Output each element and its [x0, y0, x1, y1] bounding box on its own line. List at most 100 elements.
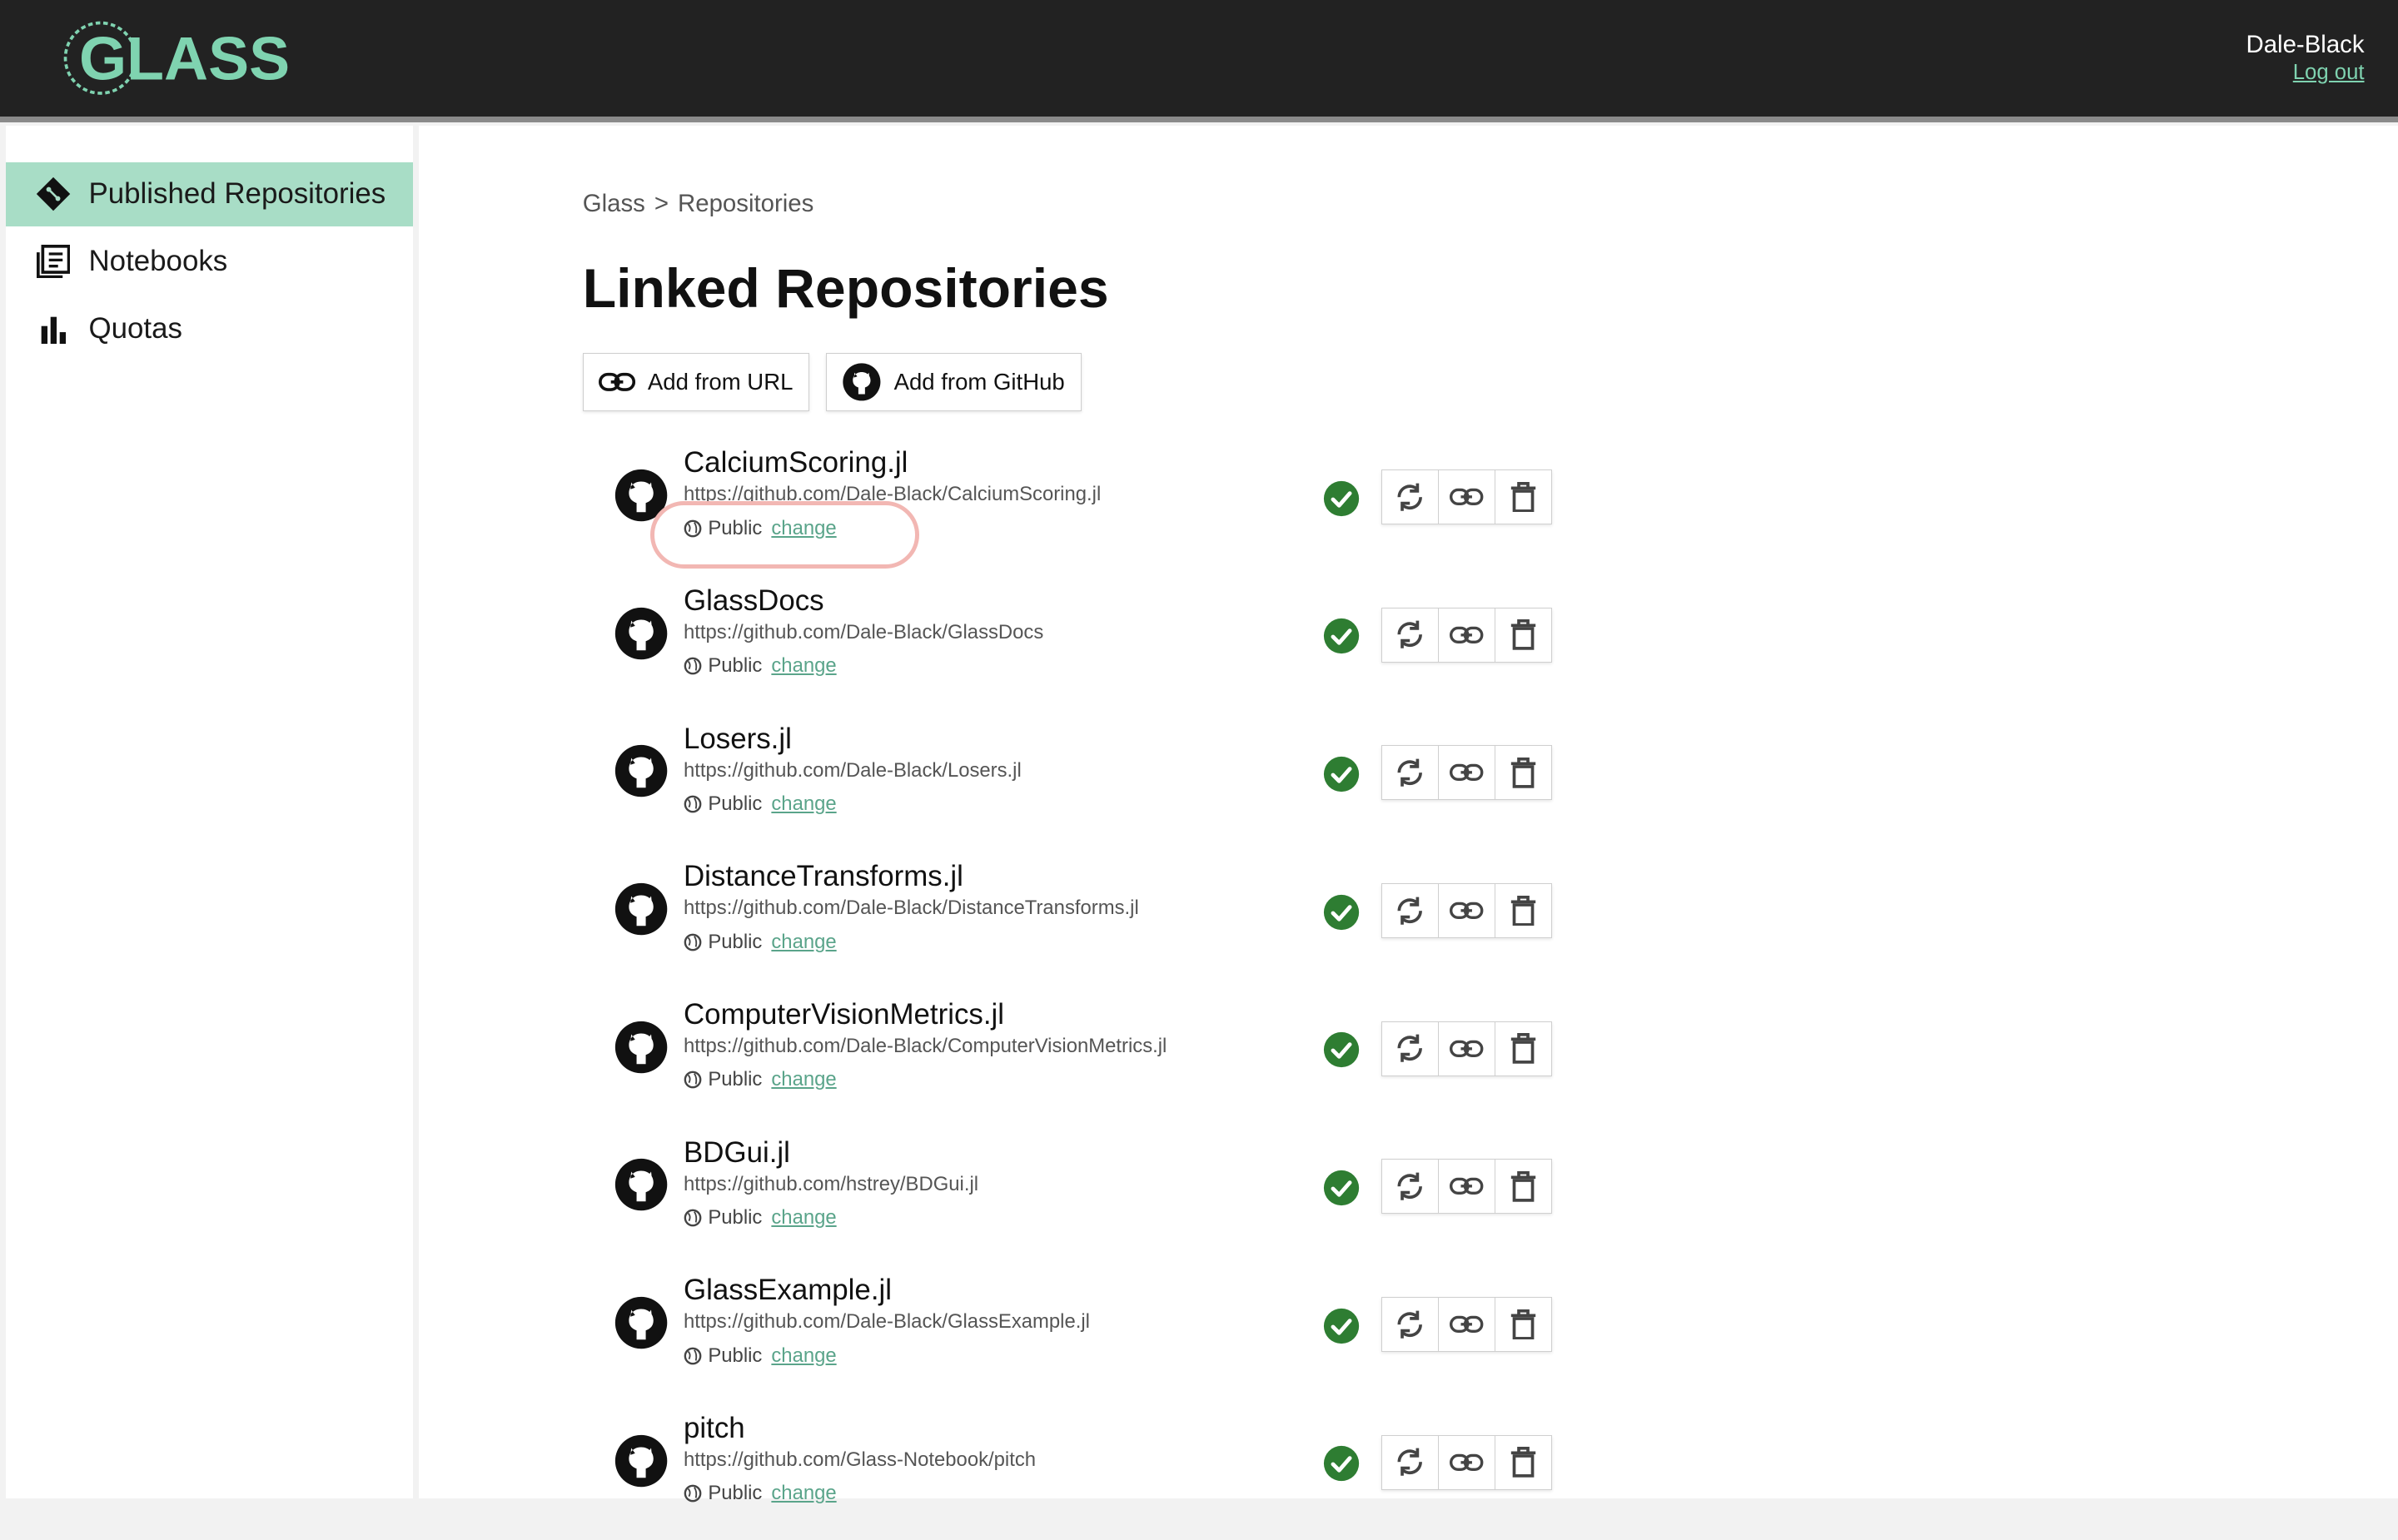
sync-icon [1397, 1172, 1422, 1200]
repository-row: GlassDocs https://github.com/Dale-Black/… [583, 579, 1561, 713]
repository-actions [1381, 607, 1553, 663]
check-circle-icon [1323, 756, 1359, 792]
repository-url: https://github.com/Dale-Black/ComputerVi… [684, 1035, 1167, 1058]
delete-button[interactable] [1495, 608, 1552, 662]
visibility-label: Public [708, 654, 763, 678]
trash-icon [1510, 1170, 1536, 1202]
change-visibility-link[interactable]: change [771, 1482, 836, 1505]
sync-button[interactable] [1381, 469, 1439, 524]
trash-icon [1510, 895, 1536, 926]
check-circle-icon [1323, 480, 1359, 516]
sync-button[interactable] [1381, 608, 1439, 662]
check-circle-icon [1323, 1032, 1359, 1068]
user-name: Dale-Black [2246, 30, 2365, 58]
sync-icon [1397, 1310, 1422, 1339]
change-visibility-link[interactable]: change [771, 931, 836, 954]
trash-icon [1510, 1309, 1536, 1340]
change-visibility-link[interactable]: change [771, 1344, 836, 1368]
sync-icon [1397, 897, 1422, 925]
github-icon [614, 607, 667, 659]
change-visibility-link[interactable]: change [771, 1068, 836, 1091]
repository-name[interactable]: pitch [684, 1412, 745, 1445]
breadcrumb-root[interactable]: Glass [583, 190, 645, 217]
delete-button[interactable] [1495, 469, 1552, 524]
page-title: Linked Repositories [582, 257, 1109, 320]
link-icon [1450, 1315, 1484, 1334]
visibility-label: Public [708, 1206, 763, 1230]
globe-icon [684, 1209, 702, 1227]
copy-link-button[interactable] [1438, 1297, 1495, 1351]
breadcrumb-current: Repositories [678, 189, 814, 217]
delete-button[interactable] [1495, 1297, 1552, 1351]
repository-visibility: Public change [684, 931, 837, 954]
check-circle-icon [1323, 1308, 1359, 1344]
sync-button[interactable] [1381, 1297, 1439, 1351]
delete-button[interactable] [1495, 746, 1552, 800]
repository-url: https://github.com/hstrey/BDGui.jl [684, 1172, 979, 1195]
repository-name[interactable]: BDGui.jl [684, 1136, 790, 1170]
notebook-icon [33, 241, 73, 281]
repository-visibility: Public change [684, 1482, 837, 1505]
repository-name[interactable]: CalciumScoring.jl [684, 446, 908, 479]
copy-link-button[interactable] [1438, 883, 1495, 937]
logout-link[interactable]: Log out [2293, 61, 2365, 85]
sidebar-item-published-repositories[interactable]: Published Repositories [6, 161, 413, 226]
sidebar-item-label: Published Repositories [88, 177, 386, 211]
repository-actions [1381, 1159, 1553, 1215]
copy-link-button[interactable] [1438, 1021, 1495, 1076]
sidebar-item-notebooks[interactable]: Notebooks [6, 230, 413, 294]
sync-button[interactable] [1381, 883, 1439, 937]
copy-link-button[interactable] [1438, 746, 1495, 800]
delete-button[interactable] [1495, 883, 1552, 937]
repository-actions [1381, 1434, 1553, 1490]
copy-link-button[interactable] [1438, 1160, 1495, 1214]
breadcrumb-separator: > [654, 189, 669, 217]
visibility-label: Public [708, 1482, 763, 1505]
delete-button[interactable] [1495, 1021, 1552, 1076]
sync-icon [1397, 1035, 1422, 1063]
copy-link-button[interactable] [1438, 1435, 1495, 1489]
sync-button[interactable] [1381, 1435, 1439, 1489]
repository-name[interactable]: ComputerVisionMetrics.jl [684, 998, 1004, 1031]
sync-button[interactable] [1381, 1160, 1439, 1214]
repository-name[interactable]: Losers.jl [684, 723, 792, 756]
sidebar-item-label: Quotas [88, 311, 182, 345]
repository-name[interactable]: DistanceTransforms.jl [684, 860, 963, 893]
repository-visibility: Public change [684, 1068, 837, 1091]
globe-icon [684, 1484, 702, 1503]
repository-url: https://github.com/Dale-Black/DistanceTr… [684, 897, 1139, 920]
sidebar-item-quotas[interactable]: Quotas [6, 296, 413, 360]
sync-icon [1397, 758, 1422, 787]
visibility-label: Public [708, 1068, 763, 1091]
copy-link-button[interactable] [1438, 608, 1495, 662]
check-circle-icon [1323, 618, 1359, 654]
delete-button[interactable] [1495, 1160, 1552, 1214]
repository-row: GlassExample.jl https://github.com/Dale-… [583, 1268, 1561, 1403]
trash-icon [1510, 619, 1536, 650]
repository-actions [1381, 469, 1553, 524]
repository-url: https://github.com/Dale-Black/GlassExamp… [684, 1310, 1090, 1334]
glass-logo[interactable]: GLASS [61, 18, 293, 98]
sync-button[interactable] [1381, 1021, 1439, 1076]
trash-icon [1510, 757, 1536, 788]
repository-url: https://github.com/Dale-Black/GlassDocs [684, 621, 1044, 644]
repository-row: Losers.jl https://github.com/Dale-Black/… [583, 716, 1561, 851]
copy-link-button[interactable] [1438, 469, 1495, 524]
add-from-url-button[interactable]: Add from URL [582, 353, 809, 412]
git-diamond-icon [33, 174, 73, 214]
sidebar-item-label: Notebooks [88, 245, 228, 278]
repository-url: https://github.com/Glass-Notebook/pitch [684, 1448, 1037, 1472]
change-visibility-link[interactable]: change [771, 1206, 836, 1230]
change-visibility-link[interactable]: change [771, 792, 836, 816]
sync-button[interactable] [1381, 746, 1439, 800]
github-icon [842, 362, 882, 402]
change-visibility-link[interactable]: change [771, 654, 836, 678]
globe-icon [684, 933, 702, 951]
repository-name[interactable]: GlassExample.jl [684, 1274, 892, 1307]
add-from-github-button[interactable]: Add from GitHub [825, 353, 1082, 412]
repository-name[interactable]: GlassDocs [684, 584, 824, 618]
sidebar: Published Repositories Notebooks Quotas [6, 125, 413, 1498]
bar-chart-icon [33, 309, 73, 349]
repository-actions [1381, 882, 1553, 938]
delete-button[interactable] [1495, 1435, 1552, 1489]
